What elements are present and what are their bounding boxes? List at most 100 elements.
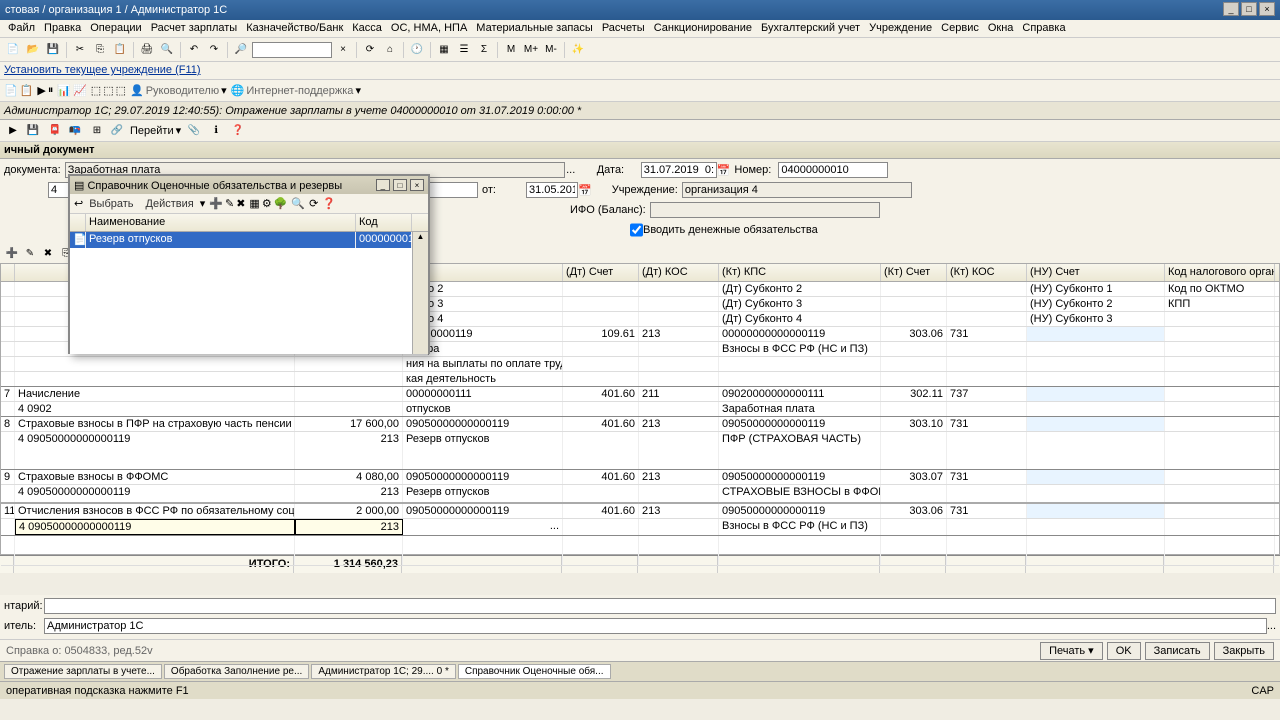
menu-salary[interactable]: Расчет зарплаты — [147, 22, 242, 35]
open-icon[interactable]: 📂 — [24, 41, 42, 59]
doc-help-icon[interactable]: ❓ — [229, 122, 247, 140]
popup-scrollbar[interactable]: ▲ — [412, 232, 428, 354]
uchr-field[interactable] — [682, 182, 912, 198]
paste-icon[interactable]: 📋 — [111, 41, 129, 59]
popup-maximize-icon[interactable]: □ — [393, 179, 407, 191]
task-tab-3[interactable]: Администратор 1С; 29.... 0 * — [311, 664, 456, 679]
sub-btn3[interactable]: ▶ — [37, 84, 45, 97]
popup-col-code[interactable]: Код — [356, 214, 412, 231]
copy-icon[interactable]: ⎘ — [91, 41, 109, 59]
menu-sanc[interactable]: Санкционирование — [650, 22, 756, 35]
doc-struct-icon[interactable]: ⊞ — [88, 122, 106, 140]
support-link[interactable]: Интернет-поддержка — [246, 85, 353, 97]
print-icon[interactable]: 🖨 — [138, 41, 156, 59]
search-input[interactable] — [252, 42, 332, 58]
popup-find-icon[interactable]: 🔍 — [291, 197, 305, 210]
save-button[interactable]: Записать — [1145, 642, 1210, 660]
doc-info-icon[interactable]: ℹ — [207, 122, 225, 140]
new-icon[interactable]: 📄 — [4, 41, 22, 59]
menu-org[interactable]: Учреждение — [865, 22, 936, 35]
sub-btn1[interactable]: 📄 — [4, 84, 18, 97]
mplus-icon[interactable]: M+ — [522, 41, 540, 59]
menu-svc[interactable]: Сервис — [937, 22, 983, 35]
popup-delete-icon[interactable]: ✖ — [236, 197, 245, 210]
cut-icon[interactable]: ✂ — [71, 41, 89, 59]
nomer-field[interactable] — [778, 162, 888, 178]
popup-col-name[interactable]: Наименование — [86, 214, 356, 231]
time-icon[interactable]: 🕐 — [408, 41, 426, 59]
popup-refresh-icon[interactable]: ⟳ — [309, 197, 318, 210]
search-icon[interactable]: 🔎 — [232, 41, 250, 59]
menu-file[interactable]: Файл — [4, 22, 39, 35]
doc-unpost-icon[interactable]: 📭 — [66, 122, 84, 140]
close-button[interactable]: × — [1259, 2, 1275, 16]
save-icon[interactable]: 💾 — [44, 41, 62, 59]
task-tab-2[interactable]: Обработка Заполнение ре... — [164, 664, 309, 679]
mminus-icon[interactable]: M- — [542, 41, 560, 59]
ok-button[interactable]: OK — [1107, 642, 1141, 660]
obligations-checkbox[interactable] — [630, 222, 643, 238]
menu-kassa[interactable]: Касса — [348, 22, 386, 35]
preview-icon[interactable]: 🔍 — [158, 41, 176, 59]
popup-hier-icon[interactable]: 🌳 — [274, 197, 288, 210]
edit-row-icon[interactable]: ✎ — [22, 245, 38, 261]
list-icon[interactable]: ☰ — [455, 41, 473, 59]
select-link[interactable]: Выбрать — [85, 198, 137, 210]
menu-ops[interactable]: Операции — [86, 22, 145, 35]
sub-btn4[interactable]: ⏸ — [48, 84, 54, 97]
set-org-link[interactable]: Установить текущее учреждение (F11) — [4, 64, 201, 76]
sub-btn5[interactable]: 📊 — [57, 84, 71, 97]
refresh-icon[interactable]: ⟳ — [361, 41, 379, 59]
doc-save-icon[interactable]: 💾 — [24, 122, 42, 140]
ot-date-field[interactable] — [526, 182, 578, 198]
globe-icon[interactable]: 🌐 — [231, 84, 245, 97]
table-row-sub[interactable]: 4 09050000000000119213...Взносы в ФСС РФ… — [1, 519, 1279, 536]
popup-filter-icon[interactable]: ⚙ — [262, 197, 272, 210]
table-row-sub[interactable]: 4 09050000000000119213Резерв отпусковПФР… — [1, 432, 1279, 470]
table-row[interactable]: 11Отчисления взносов в ФСС РФ по обязате… — [1, 504, 1279, 519]
m-icon[interactable]: M — [502, 41, 520, 59]
home-icon[interactable]: ⌂ — [381, 41, 399, 59]
menu-help[interactable]: Справка — [1018, 22, 1069, 35]
popup-minimize-icon[interactable]: _ — [376, 179, 390, 191]
comment-field[interactable] — [44, 598, 1276, 614]
sub-btn6[interactable]: 📈 — [73, 84, 87, 97]
menu-win[interactable]: Окна — [984, 22, 1018, 35]
popup-sort-icon[interactable]: ▦ — [249, 197, 259, 210]
doc-run-icon[interactable]: ▶ — [4, 122, 22, 140]
col-kt-sch[interactable]: (Кт) Счет — [881, 264, 947, 281]
calendar-icon[interactable]: 📅 — [717, 164, 731, 177]
print-button[interactable]: Печать ▾ — [1040, 642, 1103, 660]
table-row[interactable]: 8Страховые взносы в ПФР на страховую час… — [1, 417, 1279, 432]
popup-edit-icon[interactable]: ✎ — [225, 197, 234, 210]
menu-edit[interactable]: Правка — [40, 22, 85, 35]
undo-icon[interactable]: ↶ — [185, 41, 203, 59]
table-row-sub[interactable]: 4 09050000000000119213Резерв отпусковСТР… — [1, 485, 1279, 503]
attach-icon[interactable]: 📎 — [185, 122, 203, 140]
sub-btn2[interactable]: 📋 — [20, 84, 34, 97]
doc-post-icon[interactable]: 📮 — [46, 122, 64, 140]
col-nu-sch[interactable]: (НУ) Счет — [1027, 264, 1165, 281]
sub-btn8[interactable]: ⬚ — [103, 84, 113, 97]
minimize-button[interactable]: _ — [1223, 2, 1239, 16]
menu-os[interactable]: ОС, НМА, НПА — [387, 22, 471, 35]
clear-search-icon[interactable]: × — [334, 41, 352, 59]
col-kt-kos[interactable]: (Кт) КОС — [947, 264, 1027, 281]
sum-icon[interactable]: Σ — [475, 41, 493, 59]
menu-calc[interactable]: Расчеты — [598, 22, 649, 35]
col-dt-sch[interactable]: (Дт) Счет — [563, 264, 639, 281]
col-tax[interactable]: Код налогового органа — [1165, 264, 1275, 281]
rukovoditel-link[interactable]: Руководителю — [146, 85, 219, 97]
delete-row-icon[interactable]: ✖ — [40, 245, 56, 261]
executor-select-icon[interactable]: ... — [1267, 620, 1276, 632]
task-tab-1[interactable]: Отражение зарплаты в учете... — [4, 664, 162, 679]
menu-mat[interactable]: Материальные запасы — [472, 22, 597, 35]
select-icon[interactable]: ↩ — [74, 197, 83, 210]
popup-row-selected[interactable]: 📄 Резерв отпусков 000000001 — [70, 232, 428, 248]
popup-add-icon[interactable]: ➕ — [209, 197, 223, 210]
add-row-icon[interactable]: ➕ — [4, 245, 20, 261]
doc-link-icon[interactable]: 🔗 — [108, 122, 126, 140]
actions-link[interactable]: Действия — [142, 198, 198, 210]
close-button[interactable]: Закрыть — [1214, 642, 1274, 660]
calendar2-icon[interactable]: 📅 — [578, 184, 592, 197]
